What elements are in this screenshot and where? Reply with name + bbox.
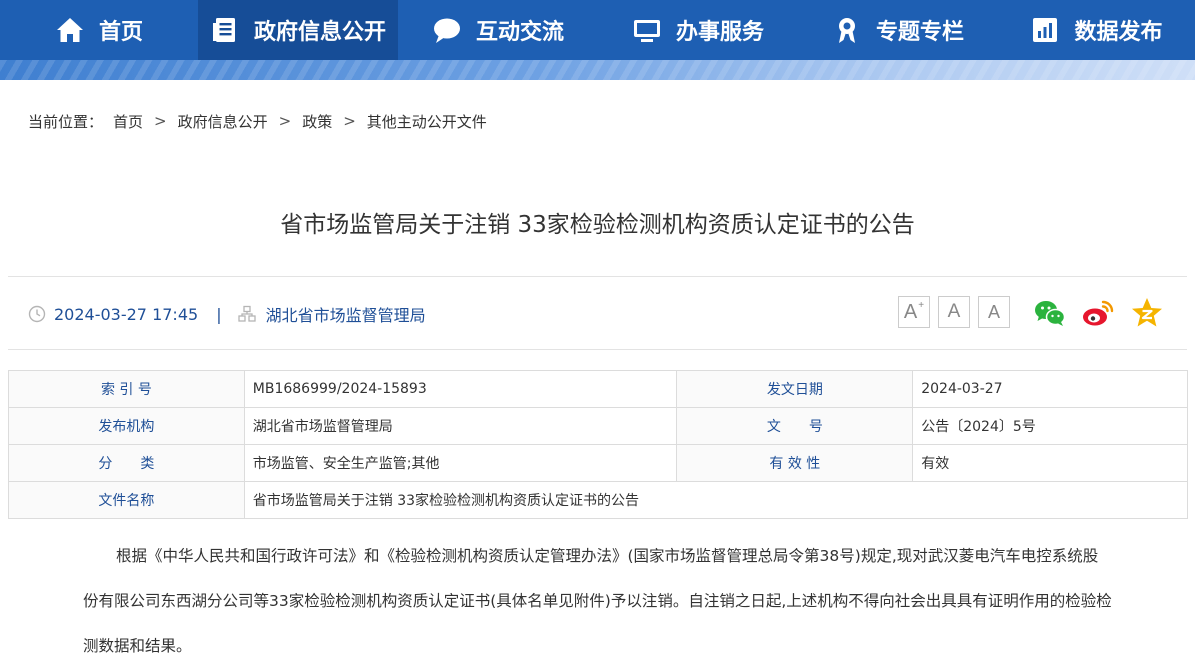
- breadcrumb-separator: >: [154, 112, 167, 130]
- issuing-org-value: 湖北省市场监督管理局: [243, 407, 678, 445]
- nav-item-label: 互动交流: [475, 20, 564, 45]
- breadcrumb-link-policy[interactable]: 政策: [302, 111, 332, 132]
- table-row: 文件名称 省市场监管局关于注销 33家检验检测机构资质认定证书的公告: [8, 481, 1189, 519]
- decorative-banner-stripe: [0, 60, 1195, 80]
- divider: [8, 349, 1187, 350]
- index-number-value: MB1686999/2024-15893: [243, 370, 678, 408]
- chat-bubble-icon: [432, 15, 462, 45]
- breadcrumb-separator: >: [278, 112, 292, 130]
- main-nav: 首页 政府信息公开 互动交流 办事服务 专题专栏 数据发布: [0, 0, 1195, 60]
- file-name-value: 省市场监管局关于注销 33家检验检测机构资质认定证书的公告: [243, 481, 1189, 519]
- issue-date-value: 2024-03-27: [912, 370, 1188, 408]
- monitor-icon: [632, 15, 662, 45]
- nav-item-label: 政府信息公开: [253, 20, 386, 45]
- org-icon: [237, 305, 256, 323]
- issue-date-label: 发文日期: [676, 370, 914, 408]
- font-size-medium-button[interactable]: A: [938, 296, 970, 328]
- award-icon: [832, 15, 862, 45]
- clock-icon: [28, 305, 46, 323]
- nav-item-label: 办事服务: [675, 20, 764, 45]
- validity-value: 有效: [912, 444, 1188, 482]
- font-size-large-button[interactable]: A +: [898, 296, 930, 328]
- table-row: 分 类 市场监管、安全生产监管;其他 有 效 性 有效: [8, 444, 1188, 482]
- document-number-label: 文 号: [676, 407, 914, 445]
- meta-separator: |: [216, 304, 222, 324]
- publishing-org: 湖北省市场监督管理局: [265, 306, 426, 325]
- publish-date: 2024-03-27 17:45: [54, 304, 199, 324]
- nav-item-home[interactable]: 首页: [0, 0, 198, 60]
- body-paragraph: 根据《中华人民共和国行政许可法》和《检验检测机构资质认定管理办法》(国家市场监督…: [83, 547, 1112, 655]
- validity-label: 有 效 性: [676, 444, 914, 482]
- nav-item-interaction[interactable]: 互动交流: [398, 0, 598, 60]
- table-row: 索 引 号 MB1686999/2024-15893 发文日期 2024-03-…: [8, 370, 1188, 408]
- nav-item-gov-info[interactable]: 政府信息公开: [198, 0, 398, 60]
- breadcrumb-prefix: 当前位置：: [28, 112, 104, 131]
- document-number-value: 公告〔2024〕5号: [912, 407, 1188, 445]
- font-size-small-button[interactable]: A: [978, 296, 1010, 328]
- document-info-table: 索 引 号 MB1686999/2024-15893 发文日期 2024-03-…: [8, 370, 1189, 519]
- qzone-icon[interactable]: [1130, 296, 1164, 330]
- document-icon: [210, 15, 240, 45]
- weibo-icon[interactable]: [1081, 296, 1115, 330]
- home-icon: [55, 15, 85, 45]
- nav-item-label: 首页: [98, 20, 143, 45]
- breadcrumb-link-home[interactable]: 首页: [113, 111, 143, 132]
- breadcrumb: 当前位置： 首页 > 政府信息公开 > 政策 > 其他主动公开文件: [28, 110, 487, 132]
- index-number-label: 索 引 号: [8, 370, 245, 408]
- category-label: 分 类: [8, 444, 245, 482]
- article-meta: 2024-03-27 17:45 | 湖北省市场监督管理局: [28, 302, 426, 326]
- divider: [8, 276, 1187, 277]
- nav-item-label: 专题专栏: [875, 20, 964, 45]
- nav-item-data[interactable]: 数据发布: [998, 0, 1195, 60]
- table-row: 发布机构 湖北省市场监督管理局 文 号 公告〔2024〕5号: [8, 407, 1188, 445]
- plus-superscript: +: [918, 300, 925, 311]
- article-title: 省市场监管局关于注销 33家检验检测机构资质认定证书的公告: [280, 212, 915, 238]
- wechat-icon[interactable]: [1033, 296, 1067, 330]
- chart-icon: [1030, 15, 1060, 45]
- article-body: 根据《中华人民共和国行政许可法》和《检验检测机构资质认定管理办法》(国家市场监督…: [83, 534, 1113, 669]
- category-value: 市场监管、安全生产监管;其他: [243, 444, 678, 482]
- issuing-org-label: 发布机构: [8, 407, 245, 445]
- breadcrumb-link-other-files[interactable]: 其他主动公开文件: [367, 111, 487, 132]
- nav-item-services[interactable]: 办事服务: [598, 0, 798, 60]
- breadcrumb-separator: >: [343, 112, 356, 130]
- file-name-label: 文件名称: [8, 481, 245, 519]
- nav-item-topics[interactable]: 专题专栏: [798, 0, 998, 60]
- nav-item-label: 数据发布: [1074, 20, 1163, 45]
- breadcrumb-link-gov-info[interactable]: 政府信息公开: [178, 111, 268, 132]
